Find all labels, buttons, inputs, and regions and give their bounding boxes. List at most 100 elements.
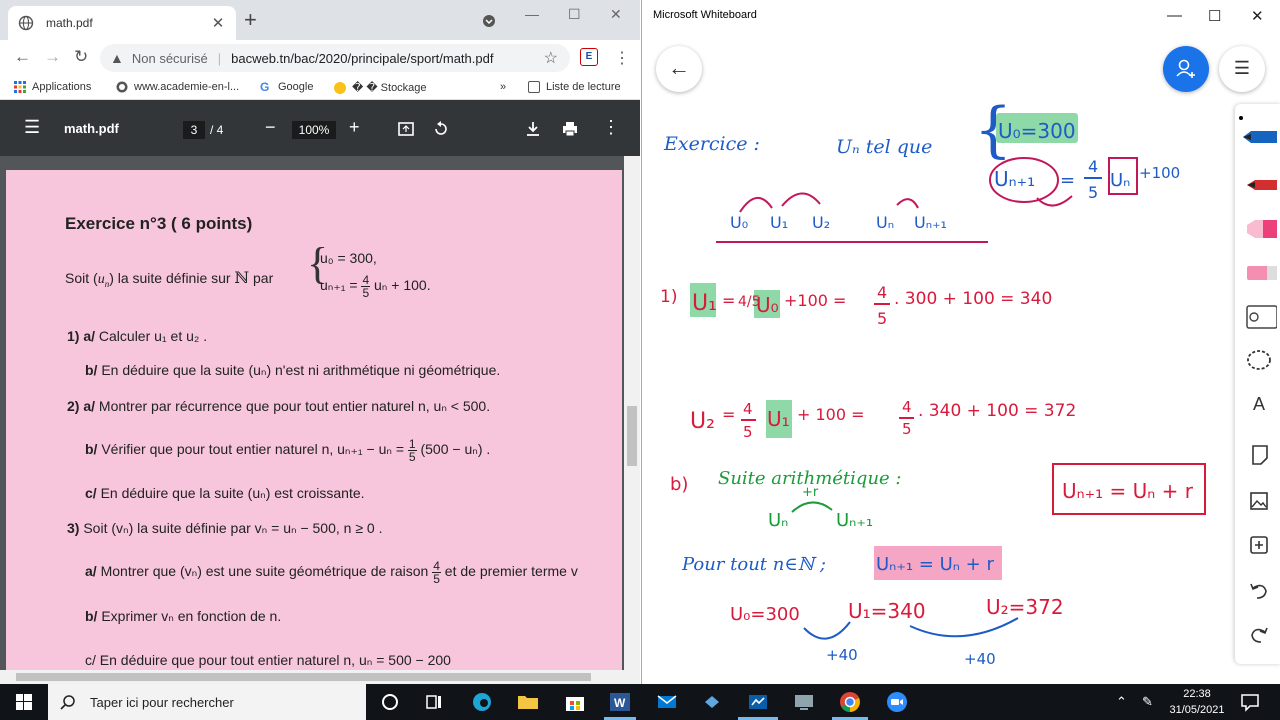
eraser-icon[interactable] — [1241, 258, 1277, 288]
scroll-thumb[interactable] — [627, 406, 637, 466]
zoom-input[interactable]: 100% — [292, 121, 336, 139]
ink-arc-2 — [781, 192, 821, 207]
maximize-icon[interactable]: ☐ — [568, 6, 581, 23]
red-pen-icon[interactable] — [1241, 170, 1277, 200]
intro-text-3: par — [253, 270, 274, 286]
new-tab-button[interactable]: + — [244, 9, 257, 31]
q-text: Calculer u₁ et u₂ . — [98, 328, 208, 344]
bookmark-applications[interactable]: Applications — [14, 81, 91, 93]
bookmark-academie[interactable]: www.academie-en-l... — [116, 81, 239, 93]
zoom-in-icon[interactable]: + — [349, 118, 360, 136]
pen-workspace-icon[interactable]: ✎ — [1142, 694, 1153, 710]
cortana-icon[interactable] — [378, 690, 402, 714]
pdf-more-icon[interactable]: ⋮ — [602, 118, 620, 136]
reload-icon[interactable]: ↻ — [74, 48, 88, 66]
close-window-icon[interactable]: ✕ — [610, 6, 622, 23]
mail-icon[interactable] — [655, 690, 679, 714]
q-text: En déduire que la suite (uₙ) est croissa… — [100, 485, 365, 501]
close-tab-icon[interactable]: ✕ — [210, 14, 226, 32]
chrome-app-icon[interactable] — [838, 690, 862, 714]
zoom-app-icon[interactable] — [885, 690, 909, 714]
bookmark-star-icon[interactable]: ☆ — [544, 48, 558, 68]
question-3a: a/ Montrer que (vₙ) est une suite géomét… — [85, 560, 578, 585]
redo-icon[interactable] — [1241, 620, 1277, 650]
add-icon[interactable] — [1241, 530, 1277, 560]
clock[interactable]: 22:38 31/05/2021 — [1166, 686, 1228, 718]
globe-icon — [116, 81, 128, 93]
computer-icon[interactable] — [792, 690, 816, 714]
def-lhs: uₙ₊₁ = — [320, 277, 358, 294]
ink-rec-den: 5 — [1088, 183, 1098, 202]
highlighter-icon[interactable] — [1241, 214, 1277, 244]
ink-seq-u0: U₀=300 — [730, 604, 800, 625]
extension-icon[interactable]: E — [580, 48, 598, 66]
back-icon[interactable]: ← — [14, 48, 31, 66]
q-text: En déduire que la suite (uₙ) n'est ni ar… — [101, 362, 501, 378]
download-icon[interactable] — [524, 120, 542, 138]
bookmark-google[interactable]: G Google — [260, 81, 313, 93]
tray-chevron-icon[interactable]: ⌃ — [1116, 694, 1127, 710]
fraction-denominator: 5 — [362, 286, 370, 300]
store-icon[interactable] — [563, 690, 587, 714]
axis-label: U₂ — [812, 213, 830, 232]
bookmark-label: � � Stockage — [352, 82, 427, 94]
pdf-viewport[interactable]: Exercice n°3 ( 6 points) Soit (un) la su… — [0, 156, 640, 684]
back-button[interactable]: ← — [656, 46, 702, 92]
chrome-menu-icon[interactable]: ⋮ — [614, 48, 630, 68]
intro-text: Soit ( — [65, 270, 98, 286]
tab-math-pdf[interactable]: math.pdf ✕ — [8, 6, 236, 40]
warning-icon[interactable]: ▲ — [110, 50, 124, 66]
word-icon[interactable]: W — [608, 690, 632, 714]
axis-label: U₀ — [730, 213, 748, 232]
ruler-icon[interactable] — [1241, 302, 1277, 332]
vertical-scrollbar[interactable] — [624, 156, 640, 670]
task-view-icon[interactable] — [422, 690, 446, 714]
undo-icon[interactable] — [1241, 576, 1277, 606]
rotate-icon[interactable] — [432, 120, 450, 138]
axis-labels: U₀ U₁ U₂ Uₙ Uₙ₊₁ — [730, 213, 947, 232]
lasso-icon[interactable] — [1241, 346, 1277, 376]
bookmark-label: www.academie-en-l... — [134, 81, 240, 93]
whiteboard-canvas[interactable]: Exercice : Uₙ tel que { U₀=300 Uₙ₊₁ = 4 … — [642, 0, 1242, 684]
address-bar[interactable]: ▲ Non sécurisé | bacweb.tn/bac/2020/prin… — [100, 44, 570, 72]
app-icon[interactable] — [700, 690, 724, 714]
whiteboard-app-icon[interactable] — [746, 690, 770, 714]
bookmark-stockage[interactable]: � � Stockage — [334, 81, 427, 94]
settings-menu-button[interactable]: ☰ — [1219, 46, 1265, 92]
ink-q1-eq: = — [722, 291, 735, 310]
zoom-out-icon[interactable]: − — [265, 118, 276, 136]
question-1b: b/ En déduire que la suite (uₙ) n'est ni… — [85, 362, 500, 379]
file-explorer-icon[interactable] — [516, 690, 540, 714]
search-placeholder: Taper ici pour rechercher — [90, 694, 234, 710]
ink-q1-frac2-num: 4 — [877, 283, 887, 302]
page-number-input[interactable]: 3 — [183, 121, 205, 139]
ink-plus40-b: +40 — [964, 650, 996, 668]
fit-page-icon[interactable] — [397, 120, 415, 138]
tab-search-icon[interactable] — [482, 14, 496, 31]
close-window-icon[interactable]: ✕ — [1251, 7, 1264, 25]
print-icon[interactable] — [561, 120, 579, 138]
reading-list-button[interactable]: Liste de lecture — [528, 81, 621, 93]
text-tool-icon[interactable]: A — [1241, 394, 1277, 424]
taskbar-search[interactable]: Taper ici pour rechercher — [48, 684, 366, 720]
search-icon — [60, 695, 75, 710]
note-icon[interactable] — [1241, 440, 1277, 470]
axis-label: Uₙ — [876, 213, 894, 232]
minimize-icon[interactable]: — — [525, 6, 539, 22]
horizontal-scrollbar[interactable] — [0, 670, 640, 684]
edge-icon[interactable] — [470, 690, 494, 714]
ink-q2-rest: + 100 = — [797, 405, 865, 424]
pdf-menu-icon[interactable]: ☰ — [24, 118, 40, 136]
image-icon[interactable] — [1241, 486, 1277, 516]
notifications-icon[interactable] — [1238, 690, 1262, 714]
scroll-thumb[interactable] — [16, 673, 591, 681]
forward-icon[interactable]: → — [44, 48, 61, 66]
ink-q2-u1: U₁ — [767, 407, 790, 431]
windows-start-icon[interactable] — [0, 684, 48, 720]
ink-rec-eq: = — [1060, 170, 1075, 191]
ink-rec-un: Uₙ — [1110, 170, 1130, 191]
tab-title: math.pdf — [46, 16, 93, 30]
invite-button[interactable] — [1163, 46, 1209, 92]
bookmarks-more-icon[interactable]: » — [500, 81, 506, 93]
blue-pen-icon[interactable] — [1241, 122, 1277, 152]
